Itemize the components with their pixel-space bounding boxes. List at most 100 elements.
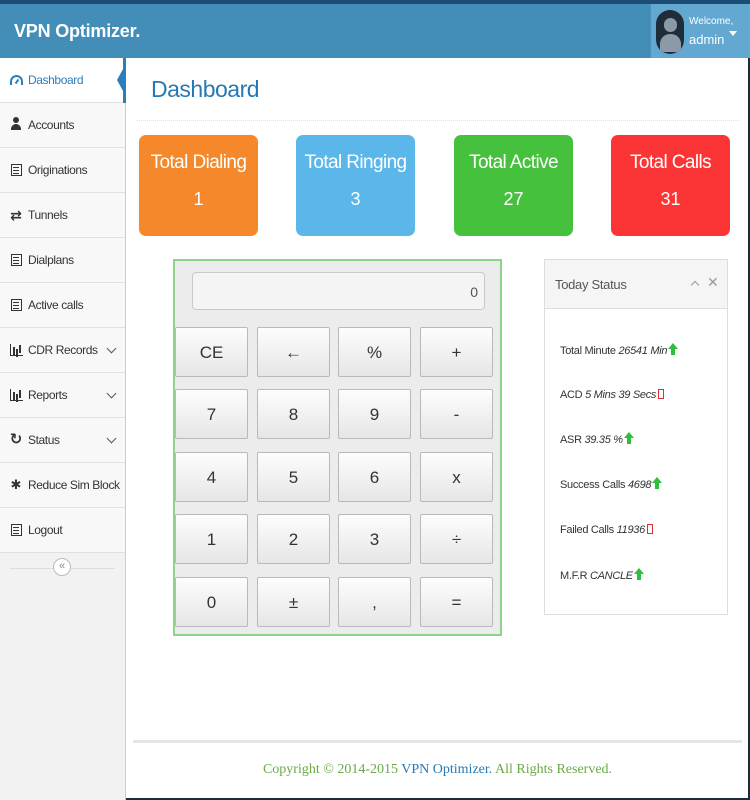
sidebar-item-reduce-sim-block[interactable]: ✱ Reduce Sim Block — [0, 463, 125, 508]
calc-key-6[interactable]: 6 — [338, 452, 411, 502]
chevron-down-icon — [106, 388, 117, 399]
status-asr: ASR 39.35 % — [560, 432, 634, 446]
sidebar-item-label: Status — [28, 433, 60, 447]
sidebar-item-dashboard[interactable]: Dashboard — [0, 58, 126, 103]
stat-value: 27 — [503, 189, 524, 209]
status-value: 11936 — [616, 524, 646, 536]
status-total-minute: Total Minute 26541 Min — [560, 343, 679, 357]
sidebar-item-cdr-records[interactable]: CDR Records — [0, 328, 125, 373]
status-label: ACD — [560, 389, 583, 401]
stat-value: 1 — [193, 189, 204, 209]
stat-total-ringing: Total Ringing 3 — [296, 135, 415, 236]
status-label: Success Calls — [560, 479, 626, 491]
list-icon — [9, 297, 23, 313]
stat-label: Total Calls — [629, 152, 712, 173]
sidebar-item-label: Accounts — [28, 118, 75, 132]
sidebar-item-logout[interactable]: Logout — [0, 508, 125, 553]
stat-total-active: Total Active 27 — [454, 135, 573, 236]
sidebar-item-label: Dashboard — [28, 73, 84, 87]
arrow-down-icon — [646, 524, 653, 534]
brand-logo[interactable]: VPN Optimizer. — [14, 21, 140, 42]
refresh-icon: ↻ — [9, 431, 23, 448]
chevron-down-icon — [106, 343, 117, 354]
bug-icon: ✱ — [10, 477, 22, 492]
calc-key-3[interactable]: 3 — [338, 514, 411, 564]
sidebar-item-label: Dialplans — [28, 253, 74, 267]
status-success-calls: Success Calls 4698 — [560, 477, 663, 491]
sidebar-item-tunnels[interactable]: ⇄ Tunnels — [0, 193, 125, 238]
calc-key-4[interactable]: 4 — [175, 452, 248, 502]
calc-key-2[interactable]: 2 — [257, 514, 330, 564]
sidebar-item-label: Reduce Sim Block — [28, 478, 120, 492]
sidebar-item-status[interactable]: ↻ Status — [0, 418, 125, 463]
user-menu[interactable]: Welcome, admin — [650, 4, 750, 58]
stat-total-calls: Total Calls 31 — [611, 135, 730, 236]
widget-header: Today Status ✕ — [545, 260, 727, 309]
copyright-prefix: Copyright © 2014-2015 — [262, 762, 402, 777]
title-divider — [137, 120, 740, 121]
collapse-sidebar-button[interactable]: « — [53, 558, 71, 576]
calc-key-multiply[interactable]: x — [420, 452, 493, 502]
bar-chart-icon — [9, 342, 23, 358]
calc-key-equals[interactable]: = — [420, 577, 493, 627]
calculator: 0 CE ← % + 7 8 9 - 4 5 6 x 1 2 3 ÷ 0 ± ,… — [173, 259, 502, 636]
status-mfr: M.F.R CANCLE — [560, 568, 644, 582]
chevron-down-icon — [106, 433, 117, 444]
username: admin — [689, 32, 725, 47]
sidebar-item-originations[interactable]: Originations — [0, 148, 125, 193]
sidebar-item-dialplans[interactable]: Dialplans — [0, 238, 125, 283]
sidebar-item-accounts[interactable]: Accounts — [0, 103, 125, 148]
caret-down-icon — [729, 31, 737, 36]
status-value: 26541 Min — [618, 345, 668, 357]
sidebar-item-reports[interactable]: Reports — [0, 373, 125, 418]
calc-key-5[interactable]: 5 — [257, 452, 330, 502]
user-icon — [9, 117, 23, 133]
bar-chart-icon — [9, 387, 23, 403]
today-status-widget: Today Status ✕ Total Minute 26541 Min AC… — [544, 259, 728, 615]
calc-key-backspace[interactable]: ← — [257, 327, 330, 377]
calc-key-plus[interactable]: + — [420, 327, 493, 377]
close-icon[interactable]: ✕ — [707, 274, 719, 291]
welcome-text: Welcome, — [689, 16, 734, 27]
calc-key-minus[interactable]: - — [420, 389, 493, 439]
calc-key-percent[interactable]: % — [338, 327, 411, 377]
sidebar-item-label: Logout — [28, 523, 63, 537]
status-label: Failed Calls — [560, 524, 614, 536]
status-value: 4698 — [627, 479, 652, 491]
stat-label: Total Dialing — [150, 152, 247, 173]
sidebar-item-label: CDR Records — [28, 343, 98, 357]
collapse-widget-icon[interactable] — [690, 280, 700, 290]
arrow-up-icon — [623, 432, 634, 444]
calc-key-divide[interactable]: ÷ — [420, 514, 493, 564]
status-value: 39.35 % — [584, 434, 623, 446]
main-content: Dashboard Total Dialing 1 Total Ringing … — [127, 58, 748, 798]
sidebar-item-active-calls[interactable]: Active calls — [0, 283, 125, 328]
stat-label: Total Active — [469, 152, 559, 173]
arrow-down-icon — [658, 389, 665, 399]
status-failed-calls: Failed Calls 11936 — [560, 524, 653, 536]
calc-key-plus-minus[interactable]: ± — [257, 577, 330, 627]
calc-key-1[interactable]: 1 — [175, 514, 248, 564]
status-value: CANCLE — [590, 570, 633, 582]
sidebar-item-label: Reports — [28, 388, 68, 402]
stat-value: 31 — [660, 189, 681, 209]
sidebar-item-label: Active calls — [28, 298, 84, 312]
calc-key-ce[interactable]: CE — [175, 327, 248, 377]
calc-key-0[interactable]: 0 — [175, 577, 248, 627]
copyright-suffix: All Rights Reserved. — [492, 762, 613, 777]
calculator-display[interactable]: 0 — [192, 272, 485, 310]
status-label: ASR — [560, 434, 582, 446]
calc-key-comma[interactable]: , — [338, 577, 411, 627]
avatar — [655, 8, 685, 54]
calc-key-7[interactable]: 7 — [175, 389, 248, 439]
sidebar: Dashboard Accounts Originations ⇄ Tunnel… — [0, 58, 126, 800]
footer-divider — [133, 740, 742, 743]
list-icon — [9, 252, 23, 268]
stat-value: 3 — [350, 189, 361, 209]
calc-key-8[interactable]: 8 — [257, 389, 330, 439]
stat-label: Total Ringing — [304, 152, 407, 173]
status-acd: ACD 5 Mins 39 Secs — [560, 389, 665, 401]
calc-key-9[interactable]: 9 — [338, 389, 411, 439]
top-navbar: VPN Optimizer. Welcome, admin — [0, 0, 750, 58]
list-icon — [9, 162, 23, 178]
